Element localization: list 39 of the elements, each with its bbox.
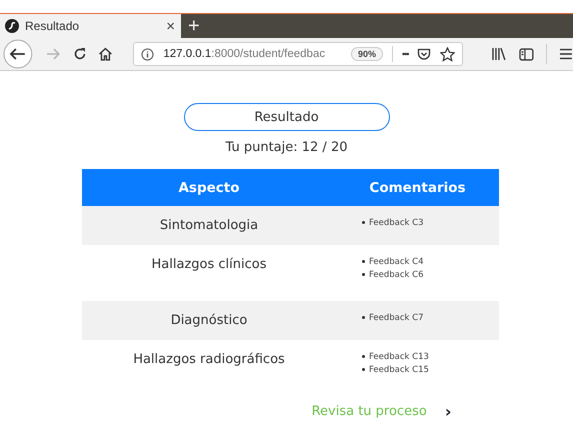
column-header: Comentarios [368, 180, 467, 196]
comment-text: Feedback C13 [369, 352, 429, 362]
reload-icon[interactable] [72, 47, 86, 61]
browser-tab[interactable]: Resultado × [0, 14, 181, 38]
menu-icon[interactable] [559, 48, 573, 60]
url-text: 127.0.0.1:8000/student/feedbac [163, 48, 326, 60]
column-header: Aspecto [177, 180, 241, 196]
aspect-cell-text: Hallazgos clínicos [150, 256, 268, 274]
comment-text: Feedback C4 [369, 256, 424, 266]
address-bar[interactable]: 127.0.0.1:8000/student/feedbac 90% ••• [133, 42, 464, 66]
home-icon[interactable] [98, 47, 114, 61]
bullet-icon [362, 316, 365, 319]
bullet-icon [362, 273, 365, 276]
star-icon[interactable] [440, 46, 456, 62]
comment-text: Feedback C7 [369, 312, 424, 322]
library-icon[interactable] [491, 47, 508, 61]
chevron-icon[interactable]: › [444, 402, 452, 421]
info-icon[interactable] [141, 48, 154, 60]
close-tab-button[interactable]: × [166, 18, 175, 34]
sidebar-icon[interactable] [519, 48, 534, 60]
result-button[interactable]: Resultado [184, 103, 390, 131]
score-text: Tu puntaje: 12 / 20 [226, 140, 348, 155]
pocket-icon[interactable] [417, 48, 432, 60]
zoom-level-badge[interactable]: 90% [350, 47, 383, 61]
comment-text: Feedback C6 [369, 270, 424, 280]
bullet-icon [362, 368, 365, 371]
page-actions-button[interactable]: ••• [402, 49, 408, 59]
comment-text: Feedback C15 [369, 364, 429, 374]
bullet-icon [362, 221, 365, 224]
bullet-icon [362, 355, 365, 358]
site-logo-icon [5, 19, 19, 33]
tab-title: Resultado [25, 19, 80, 33]
back-button[interactable] [3, 39, 33, 69]
bullet-icon [362, 260, 365, 263]
comment-text: Feedback C3 [369, 218, 424, 228]
new-tab-button[interactable]: + [188, 16, 200, 36]
aspect-cell-text: Diagnóstico [170, 312, 248, 330]
aspect-cell-text: Hallazgos radiográficos [132, 351, 286, 369]
aspect-cell-text: Sintomatologia [158, 217, 260, 235]
